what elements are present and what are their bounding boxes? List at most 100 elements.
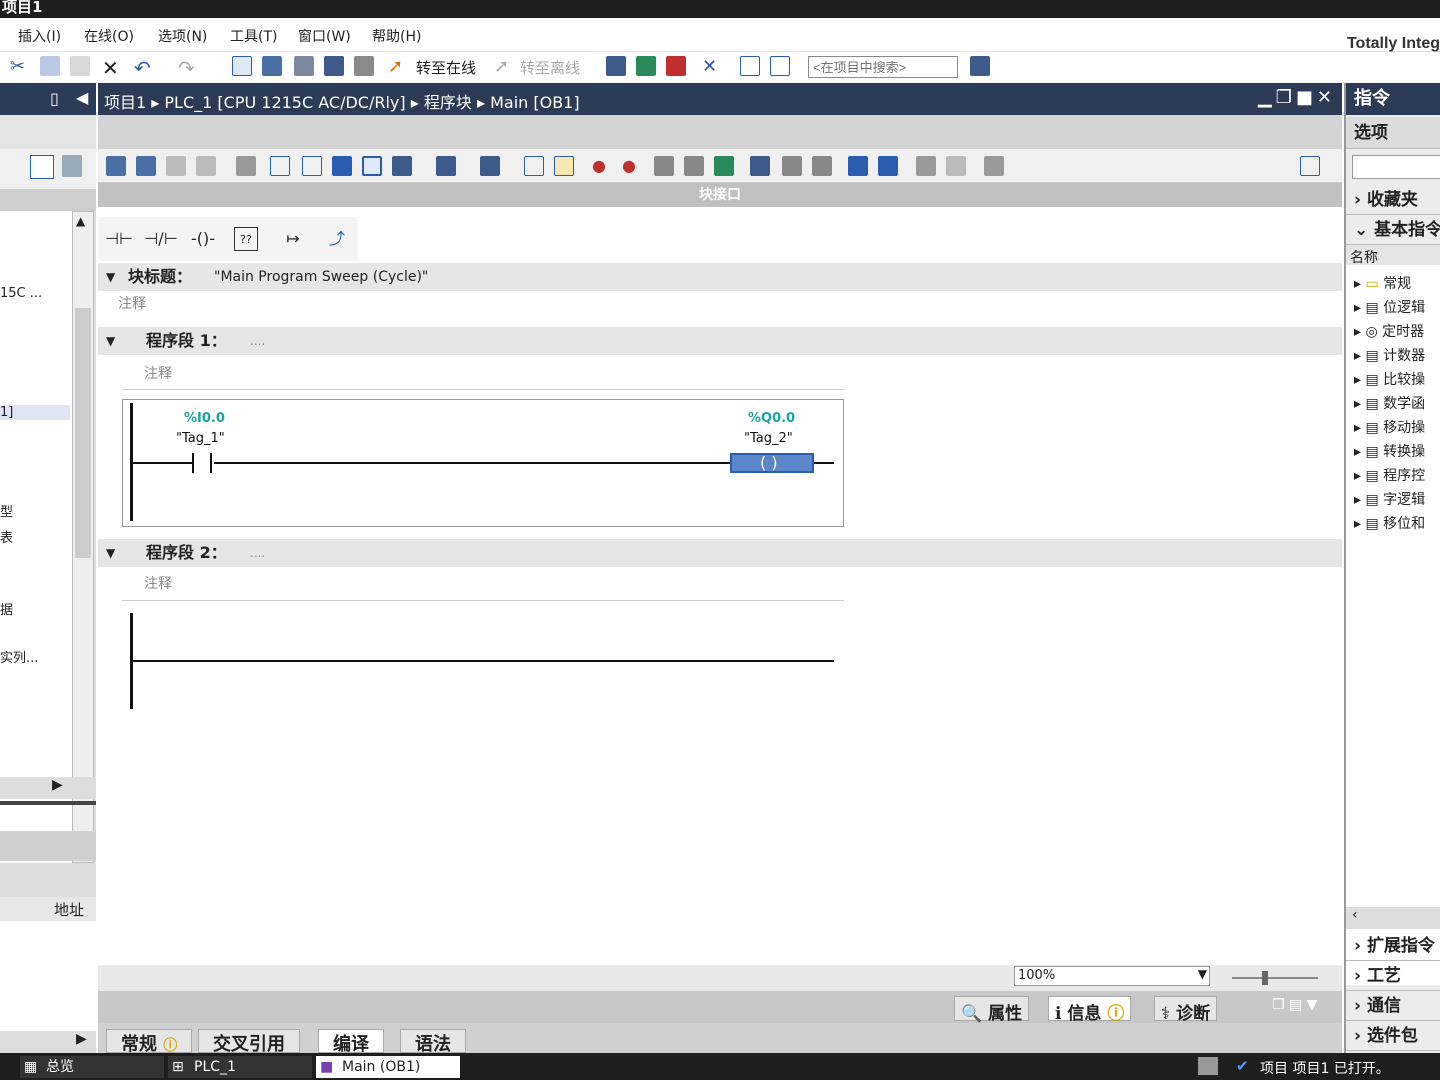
scroll-right-icon[interactable]: ▶ bbox=[52, 777, 63, 793]
download-block-icon[interactable] bbox=[714, 156, 734, 176]
tag-info-icon[interactable] bbox=[480, 156, 500, 176]
goto-previous-icon[interactable] bbox=[848, 156, 868, 176]
label-icon[interactable] bbox=[812, 156, 832, 176]
compare-icon[interactable] bbox=[654, 156, 674, 176]
tree-row[interactable]: 据 bbox=[0, 599, 13, 618]
instruction-group-convert[interactable]: ▸ ▤ 转换操 bbox=[1354, 441, 1425, 461]
block-title-value[interactable]: "Main Program Sweep (Cycle)" bbox=[214, 263, 428, 291]
highlight-icon[interactable] bbox=[554, 156, 574, 176]
comments-toggle-icon[interactable] bbox=[362, 156, 382, 176]
coil-icon[interactable]: -()- bbox=[186, 227, 220, 251]
redo-icon[interactable]: ↷ bbox=[178, 56, 198, 80]
tree-row[interactable]: 15C ... bbox=[0, 286, 42, 301]
dropdown-icon[interactable]: ▼ bbox=[1198, 967, 1207, 981]
instruction-group-counters[interactable]: ▸ ▤ 计数器 bbox=[1354, 345, 1425, 365]
networks-collapse-icon[interactable] bbox=[332, 156, 352, 176]
instruction-group-general[interactable]: ▸ ▭ 常规 bbox=[1354, 273, 1411, 293]
tree-action-icon[interactable] bbox=[62, 155, 82, 177]
tab-cross-reference[interactable]: 交叉引用 bbox=[198, 1029, 300, 1055]
return-icon[interactable] bbox=[782, 156, 802, 176]
instruction-group-compare[interactable]: ▸ ▤ 比较操 bbox=[1354, 369, 1425, 389]
favorites-bar-icon[interactable] bbox=[302, 156, 322, 176]
instruction-group-shift[interactable]: ▸ ▤ 移位和 bbox=[1354, 513, 1425, 533]
split-vertical-icon[interactable] bbox=[770, 56, 790, 76]
cross-reference-icon[interactable]: ✕ bbox=[702, 56, 722, 77]
tree-row[interactable]: 型 bbox=[0, 501, 13, 520]
technology-section[interactable]: › 工艺 bbox=[1346, 961, 1440, 991]
close-icon[interactable]: ✕ bbox=[1317, 87, 1336, 108]
empty-box-icon[interactable]: ?? bbox=[234, 227, 258, 251]
breadcrumb-program-blocks[interactable]: 程序块 bbox=[424, 93, 472, 112]
menu-help[interactable]: 帮助(H) bbox=[372, 26, 421, 46]
breadcrumb-main[interactable]: Main [OB1] bbox=[490, 93, 580, 112]
go-offline-button[interactable]: 转至离线 bbox=[520, 57, 580, 78]
zoom-select[interactable]: 100% ▼ bbox=[1014, 966, 1210, 986]
collapse-icon[interactable]: ▼ bbox=[106, 539, 115, 567]
menu-tools[interactable]: 工具(T) bbox=[230, 26, 277, 46]
taskbar-main-ob1[interactable]: ■ Main (OB1) bbox=[316, 1056, 460, 1078]
contact-tag-name[interactable]: "Tag_1" bbox=[176, 431, 225, 446]
undo-icon[interactable]: ↶ bbox=[134, 56, 154, 80]
tree-view-icon[interactable] bbox=[30, 155, 54, 179]
tab-properties[interactable]: 🔍 属性 bbox=[954, 996, 1030, 1024]
delete-network-icon[interactable] bbox=[136, 156, 156, 176]
coil-tag-name[interactable]: "Tag_2" bbox=[744, 431, 793, 446]
insert-network-icon[interactable] bbox=[106, 156, 126, 176]
collapse-icon[interactable]: ▼ bbox=[106, 327, 115, 355]
compile-icon[interactable] bbox=[232, 56, 252, 76]
scroll-thumb[interactable] bbox=[75, 308, 91, 558]
status-icon[interactable] bbox=[1198, 1057, 1218, 1075]
monitor-off-icon[interactable]: ● bbox=[622, 156, 642, 176]
menu-window[interactable]: 窗口(W) bbox=[298, 26, 351, 46]
go-online-icon[interactable]: ➚ bbox=[388, 56, 408, 77]
upload-icon[interactable] bbox=[294, 56, 314, 76]
nc-contact-icon[interactable]: ⊣/⊢ bbox=[144, 227, 178, 251]
zoom-slider[interactable] bbox=[1232, 971, 1318, 985]
no-contact-icon[interactable]: ⊣⊢ bbox=[102, 227, 136, 251]
scroll-left-icon[interactable]: ‹ bbox=[1352, 907, 1358, 923]
open-branch-icon[interactable]: ↦ bbox=[276, 227, 310, 251]
search-go-icon[interactable] bbox=[970, 56, 990, 76]
communication-section[interactable]: › 通信 bbox=[1346, 991, 1440, 1021]
branch-icon[interactable] bbox=[236, 156, 256, 176]
tree-scrollbar[interactable]: ▲ ▼ bbox=[72, 211, 94, 863]
taskbar-overview[interactable]: ▦ 总览 bbox=[20, 1056, 164, 1078]
go-online-button[interactable]: 转至在线 bbox=[416, 57, 476, 78]
close-branch-icon[interactable]: ⤴ bbox=[320, 227, 354, 251]
panel-toggle-icon[interactable]: ▯ bbox=[50, 89, 59, 108]
coil-address[interactable]: %Q0.0 bbox=[748, 411, 795, 426]
menu-insert[interactable]: 插入(I) bbox=[18, 26, 61, 46]
network-2-title[interactable]: .... bbox=[250, 539, 265, 567]
minimize-icon[interactable]: ▁ bbox=[1258, 87, 1276, 108]
maximize-icon[interactable]: ■ bbox=[1296, 87, 1317, 108]
download-icon[interactable] bbox=[262, 56, 282, 76]
add-row-icon[interactable] bbox=[196, 156, 216, 176]
instruction-group-timers[interactable]: ▸ ◎ 定时器 bbox=[1354, 321, 1424, 341]
absolute-operands-icon[interactable] bbox=[270, 156, 290, 176]
breadcrumb-plc[interactable]: PLC_1 [CPU 1215C AC/DC/Rly] bbox=[164, 93, 405, 112]
restore-icon[interactable]: ❐ bbox=[1276, 87, 1296, 108]
tree-row[interactable]: 实列... bbox=[0, 647, 38, 666]
basic-instructions-section[interactable]: ⌄ 基本指令 bbox=[1346, 215, 1440, 245]
insert-row-icon[interactable] bbox=[166, 156, 186, 176]
tab-info[interactable]: ℹ 信息 ⓘ bbox=[1048, 996, 1132, 1024]
network-1-comment[interactable]: 注释 bbox=[144, 363, 172, 383]
stop-icon[interactable] bbox=[354, 56, 374, 76]
optional-packages-section[interactable]: › 选件包 bbox=[1346, 1021, 1440, 1051]
tab-compile[interactable]: 编译 bbox=[318, 1029, 384, 1055]
breadcrumb-project[interactable]: 项目1 bbox=[104, 93, 146, 112]
copy-icon[interactable] bbox=[40, 56, 60, 76]
start-cpu-icon[interactable] bbox=[636, 56, 656, 76]
block-comment[interactable]: 注释 bbox=[118, 293, 146, 313]
monitor-on-icon[interactable]: ● bbox=[592, 156, 612, 176]
collapse-left-icon[interactable]: ◀ bbox=[76, 88, 88, 107]
network-2-comment[interactable]: 注释 bbox=[144, 573, 172, 593]
editor-settings-icon[interactable] bbox=[1300, 156, 1320, 176]
tab-syntax[interactable]: 语法 bbox=[400, 1029, 466, 1055]
simulate-icon[interactable] bbox=[324, 56, 344, 76]
goto-next-icon[interactable] bbox=[878, 156, 898, 176]
network-1-title[interactable]: .... bbox=[250, 327, 265, 355]
favorites-section[interactable]: › 收藏夹 bbox=[1346, 185, 1440, 215]
contact-address[interactable]: %I0.0 bbox=[184, 411, 225, 426]
accessible-devices-icon[interactable] bbox=[606, 56, 626, 76]
